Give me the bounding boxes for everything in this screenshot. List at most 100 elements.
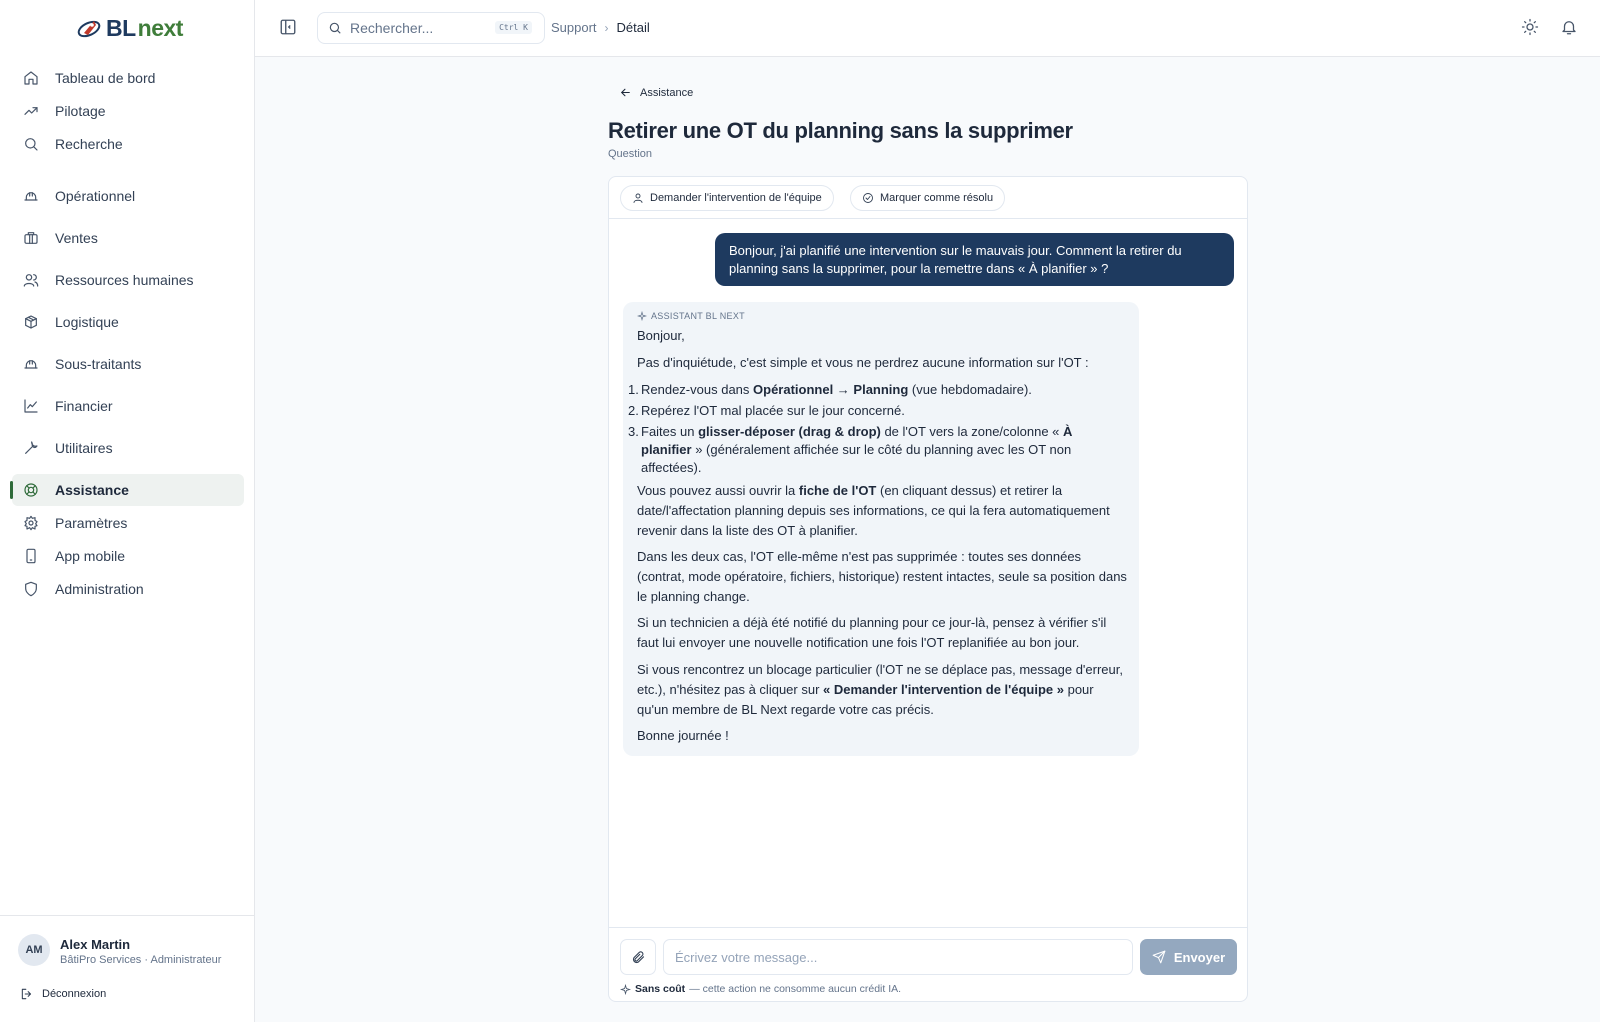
logout-icon	[21, 988, 32, 1000]
breadcrumb-support[interactable]: Support	[551, 20, 597, 35]
check-circle-icon	[863, 193, 873, 203]
sidebar-item-ressources-humaines[interactable]: Ressources humaines	[12, 264, 244, 296]
paperclip-icon	[632, 950, 644, 963]
mark-resolved-label: Marquer comme résolu	[880, 192, 994, 204]
sidebar-item-label: App mobile	[55, 548, 126, 564]
logout-label: Déconnexion	[42, 988, 107, 1000]
chevron-right-icon: ›	[604, 20, 609, 35]
sidebar-item-administration[interactable]: Administration	[12, 573, 244, 605]
step-text: de l'OT vers la zone/colonne «	[880, 424, 1064, 439]
helmet-icon	[22, 187, 40, 205]
attach-button[interactable]	[620, 939, 656, 975]
user-message: Bonjour, j'ai planifié une intervention …	[715, 233, 1234, 286]
bell-icon	[1562, 21, 1576, 35]
boxes-icon	[22, 313, 40, 331]
request-team-button[interactable]: Demander l'intervention de l'équipe	[620, 185, 834, 211]
sidebar-item-recherche[interactable]: Recherche	[12, 128, 244, 160]
assistant-closing: Bonne journée !	[637, 728, 729, 743]
helmet-icon	[22, 355, 40, 373]
trend-icon	[22, 102, 40, 120]
chart-line-icon	[22, 397, 40, 415]
sidebar-item-label: Recherche	[55, 136, 123, 152]
sidebar-item-assistance[interactable]: Assistance	[10, 474, 244, 506]
sidebar-item-label: Opérationnel	[55, 188, 136, 204]
brand-name-bl: BL	[106, 14, 136, 41]
breadcrumb-detail: Détail	[616, 20, 650, 35]
send-button[interactable]: Envoyer	[1140, 939, 1237, 975]
assistant-paragraph: Vous pouvez aussi ouvrir la fiche de l'O…	[637, 483, 1110, 538]
wrench-icon	[22, 439, 40, 457]
message-input[interactable]	[663, 939, 1133, 975]
step-bold: Opérationnel → Planning	[753, 382, 909, 397]
user-icon	[633, 193, 643, 203]
avatar[interactable]: AM	[18, 934, 50, 966]
user-name: Alex Martin	[60, 937, 131, 952]
send-icon	[1152, 950, 1166, 964]
sidebar-item-label: Financier	[55, 398, 113, 414]
logo-rocket-icon	[77, 20, 101, 38]
sidebar-item-sous-traitants[interactable]: Sous-traitants	[12, 348, 244, 380]
lifebuoy-icon	[22, 481, 40, 499]
step-text: » (généralement affichée sur le côté du …	[641, 442, 1072, 475]
send-label: Envoyer	[1173, 949, 1226, 965]
ticket-type: Question	[608, 148, 653, 160]
assistant-paragraph: Dans les deux cas, l'OT elle-même n'est …	[637, 549, 1127, 604]
sidebar-item-tableau-de-bord[interactable]: Tableau de bord	[12, 62, 244, 94]
sidebar-toggle-button[interactable]	[279, 18, 299, 38]
sidebar-item-label: Ventes	[55, 230, 98, 246]
step-text: Faites un	[641, 424, 699, 439]
brand-logo[interactable]: BL next	[74, 13, 183, 43]
sidebar-item-label: Administration	[55, 581, 144, 597]
search-shortcut-badge: Ctrl K	[495, 21, 532, 34]
assistant-paragraph: Si vous rencontrez un blocage particulie…	[637, 662, 1123, 717]
sidebar-item-label: Utilitaires	[55, 440, 113, 456]
home-icon	[22, 69, 40, 87]
gear-icon	[22, 514, 40, 532]
request-team-label: Demander l'intervention de l'équipe	[650, 192, 822, 204]
sidebar-item-parametres[interactable]: Paramètres	[12, 507, 244, 539]
user-role: BâtiPro Services · Administrateur	[60, 954, 222, 966]
search-placeholder: Rechercher...	[350, 20, 434, 36]
search-icon	[22, 135, 40, 153]
sidebar-item-label: Paramètres	[55, 515, 128, 531]
sidebar-item-ventes[interactable]: Ventes	[12, 222, 244, 254]
briefcase-icon	[22, 229, 40, 247]
sidebar-item-operationnel[interactable]: Opérationnel	[12, 180, 244, 212]
back-label: Assistance	[640, 86, 694, 99]
users-icon	[22, 271, 40, 289]
top-bar: Rechercher... Ctrl K Support › Détail	[255, 0, 1600, 57]
sidebar-item-label: Pilotage	[55, 103, 106, 119]
page-title: Retirer une OT du planning sans la suppr…	[608, 118, 1073, 143]
sidebar-item-label: Tableau de bord	[55, 70, 156, 86]
sparkles-icon	[637, 311, 647, 321]
sidebar-item-label: Sous-traitants	[55, 356, 142, 372]
assistant-intro: Pas d'inquiétude, c'est simple et vous n…	[637, 355, 1089, 370]
sidebar-panel-icon	[280, 19, 296, 35]
sidebar-item-financier[interactable]: Financier	[12, 390, 244, 422]
theme-toggle-button[interactable]	[1521, 18, 1541, 38]
sidebar: BL next Tableau de bord Pilotage Recherch…	[0, 0, 255, 1022]
sidebar-item-app-mobile[interactable]: App mobile	[12, 540, 244, 572]
sidebar-item-logistique[interactable]: Logistique	[12, 306, 244, 338]
assistant-greeting: Bonjour,	[637, 328, 685, 343]
shield-icon	[22, 580, 40, 598]
notifications-button[interactable]	[1560, 18, 1580, 38]
cost-text: — cette action ne consomme aucun crédit …	[689, 983, 902, 995]
brand-name-next: next	[137, 14, 184, 41]
mark-resolved-button[interactable]: Marquer comme résolu	[850, 185, 1006, 211]
sidebar-item-pilotage[interactable]: Pilotage	[12, 95, 244, 127]
sparkles-icon	[620, 983, 631, 995]
back-link[interactable]: Assistance	[619, 86, 693, 99]
assistant-message: ASSISTANT BL NEXT Bonjour, Pas d'inquiét…	[623, 302, 1139, 756]
assistant-paragraph: Si un technicien a déjà été notifié du p…	[637, 615, 1107, 650]
search-icon	[329, 22, 341, 34]
user-profile: AM Alex Martin BâtiPro Services · Admini…	[0, 915, 255, 1022]
step-text: Repérez l'OT mal placée sur le jour conc…	[641, 403, 905, 418]
sidebar-item-utilitaires[interactable]: Utilitaires	[12, 432, 244, 464]
arrow-left-icon	[621, 88, 630, 97]
sun-icon	[1521, 18, 1539, 36]
logout-button[interactable]: Déconnexion	[20, 987, 106, 1001]
search-input[interactable]: Rechercher... Ctrl K	[317, 12, 545, 44]
step-text: (vue hebdomadaire).	[908, 382, 1032, 397]
ticket-actions: Demander l'intervention de l'équipe Marq…	[609, 177, 1247, 219]
